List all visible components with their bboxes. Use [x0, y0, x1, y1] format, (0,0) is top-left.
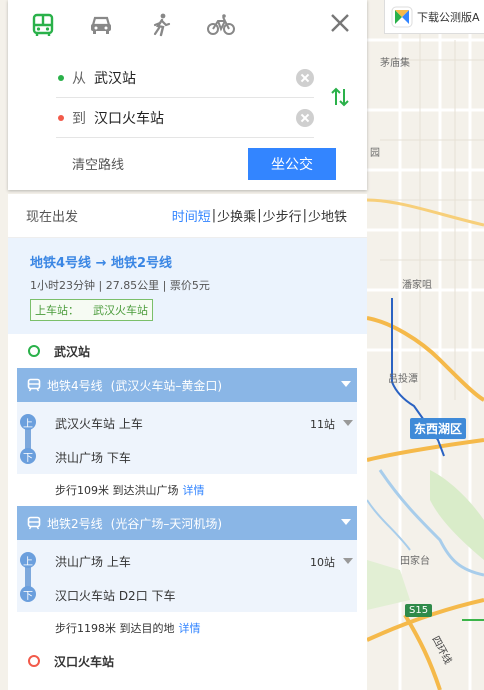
sort-fewer-transfers[interactable]: 少换乘: [217, 206, 256, 225]
leg-line-header[interactable]: 地铁4号线 (武汉火车站–黄金口): [17, 368, 357, 402]
swap-icon: [331, 87, 349, 107]
mode-bus-button[interactable]: [28, 10, 58, 40]
end-station-icon: [28, 655, 40, 667]
leg-line-header[interactable]: 地铁2号线 (光谷广场–天河机场): [17, 506, 357, 540]
close-icon: [331, 14, 349, 32]
walk-step: 步行109米 到达洪山广场 详情: [17, 474, 357, 506]
car-icon: [91, 16, 111, 34]
board-badge-icon: 上: [20, 414, 36, 430]
alight-station: 洪山广场 下车: [55, 451, 131, 465]
subway-icon: [27, 516, 41, 530]
stop-count[interactable]: 11站: [310, 416, 335, 432]
download-banner-text: 下载公测版A: [417, 10, 480, 24]
app-logo-icon: [391, 6, 413, 27]
walk-detail-link[interactable]: 详情: [179, 620, 201, 636]
collapse-chevron-icon[interactable]: [341, 519, 351, 525]
boarding-station-badge: 上车站： 武汉火车站: [30, 299, 153, 321]
walk-detail-link[interactable]: 详情: [183, 482, 205, 498]
leg-line-range: (武汉火车站–黄金口): [110, 378, 223, 393]
from-prefix: 从: [72, 70, 86, 87]
sort-filter-bar: 现在出发 时间短 | 少换乘 | 少步行 | 少地铁: [8, 194, 367, 238]
route-title: 地铁4号线 → 地铁2号线: [30, 256, 173, 271]
board-station: 武汉火车站 上车: [55, 417, 143, 431]
boarding-label: 上车站：: [35, 304, 79, 317]
expand-stops-chevron-icon[interactable]: [343, 420, 353, 426]
stop-count[interactable]: 10站: [310, 554, 335, 570]
sort-less-subway[interactable]: 少地铁: [308, 206, 347, 225]
to-field[interactable]: 到 汉口火车站: [56, 98, 314, 138]
bike-icon: [207, 14, 235, 35]
sort-shortest-time[interactable]: 时间短: [172, 206, 211, 225]
board-station: 洪山广场 上车: [55, 555, 131, 569]
leg-line-name: 地铁2号线: [47, 516, 103, 531]
start-station-icon: [28, 345, 40, 357]
from-input[interactable]: 武汉站: [94, 68, 296, 88]
download-banner[interactable]: 下载公测版A: [384, 0, 484, 34]
route-inputs: 从 武汉站 到 汉口火车站: [56, 58, 314, 138]
start-station: 武汉站: [8, 334, 367, 368]
travel-mode-bar: [8, 0, 367, 52]
from-field[interactable]: 从 武汉站: [56, 58, 314, 98]
sort-less-walking[interactable]: 少步行: [263, 206, 302, 225]
start-station-name: 武汉站: [54, 344, 91, 359]
depart-now-label[interactable]: 现在出发: [26, 206, 172, 225]
route-detail: 武汉站 地铁4号线 (武汉火车站–黄金口) 上 下 武汉火车站 上车 洪山广场 …: [8, 334, 367, 678]
route-summary[interactable]: 地铁4号线 → 地铁2号线 1小时23分钟 | 27.85公里 | 票价5元 上…: [8, 238, 367, 334]
board-badge-icon: 上: [20, 552, 36, 568]
bus-icon: [32, 13, 54, 36]
leg-segment: 上 下 洪山广场 上车 汉口火车站 D2口 下车 10站: [17, 540, 357, 612]
end-station: 汉口火车站: [8, 644, 367, 678]
mode-walk-button[interactable]: [146, 10, 176, 40]
close-button[interactable]: [327, 10, 353, 36]
leg-line-range: (光谷广场–天河机场): [110, 516, 223, 531]
route-panel: 从 武汉站 到 汉口火车站 清空路线 坐公交: [8, 0, 367, 190]
alight-station: 汉口火车站 D2口 下车: [55, 589, 176, 603]
end-dot-icon: [58, 114, 64, 121]
walk-text: 步行1198米 到达目的地: [55, 622, 175, 635]
walk-text: 步行109米 到达洪山广场: [55, 484, 179, 497]
to-prefix: 到: [72, 110, 86, 127]
map-district-label: 东西湖区: [410, 418, 467, 439]
leg-line-name: 地铁4号线: [47, 378, 103, 393]
swap-direction-button[interactable]: [330, 86, 350, 108]
map-label-place: 园: [370, 148, 380, 159]
route-meta: 1小时23分钟 | 27.85公里 | 票价5元: [30, 279, 210, 292]
start-dot-icon: [58, 74, 64, 81]
mode-bike-button[interactable]: [206, 10, 236, 40]
expand-stops-chevron-icon[interactable]: [343, 558, 353, 564]
map-label-place: 吕投潭: [388, 374, 418, 385]
collapse-chevron-icon[interactable]: [341, 381, 351, 387]
map-label-place: 田家台: [400, 556, 430, 567]
map-label-place: 茅庙集: [380, 58, 410, 69]
to-input[interactable]: 汉口火车站: [94, 108, 296, 128]
route-results: 现在出发 时间短 | 少换乘 | 少步行 | 少地铁 地铁4号线 → 地铁2号线…: [8, 194, 367, 690]
clear-route-link[interactable]: 清空路线: [72, 154, 124, 173]
subway-icon: [27, 378, 41, 392]
walk-icon: [153, 13, 171, 37]
search-transit-button[interactable]: 坐公交: [248, 148, 336, 180]
clear-from-icon[interactable]: [296, 68, 314, 87]
mode-car-button[interactable]: [86, 10, 116, 40]
clear-to-icon[interactable]: [296, 108, 314, 127]
leg-segment: 上 下 武汉火车站 上车 洪山广场 下车 11站: [17, 402, 357, 474]
highway-shield: S15: [405, 604, 433, 617]
map-label-place: 潘家咀: [402, 280, 432, 291]
alight-badge-icon: 下: [20, 586, 36, 602]
end-station-name: 汉口火车站: [54, 654, 115, 669]
alight-badge-icon: 下: [20, 448, 36, 464]
boarding-station: 武汉火车站: [93, 304, 148, 317]
walk-step: 步行1198米 到达目的地 详情: [17, 612, 357, 644]
